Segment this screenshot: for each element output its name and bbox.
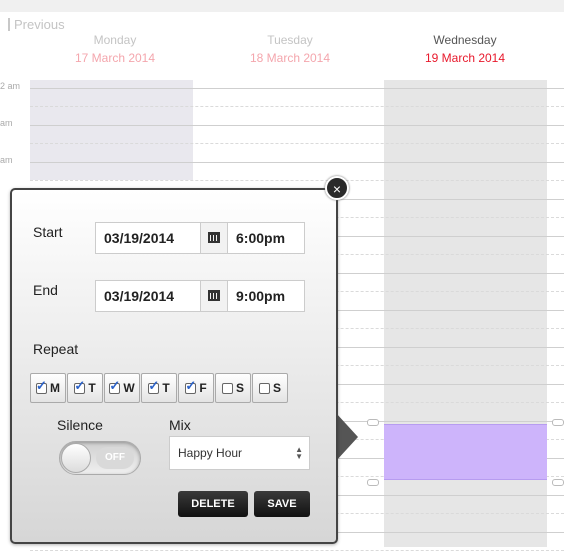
start-calendar-button[interactable] bbox=[200, 222, 228, 254]
day-header-monday: Monday 17 March 2014 bbox=[30, 33, 200, 65]
event-resize-handle[interactable] bbox=[552, 479, 564, 486]
start-date-field[interactable]: 03/19/2014 bbox=[95, 222, 201, 254]
repeat-day-tue[interactable]: T bbox=[67, 373, 103, 403]
delete-button[interactable]: DELETE bbox=[178, 491, 248, 517]
silence-toggle[interactable]: OFF bbox=[59, 441, 141, 475]
day-letter: M bbox=[50, 381, 60, 395]
toggle-state: OFF bbox=[96, 447, 134, 469]
day-letter: S bbox=[272, 381, 281, 395]
calendar-icon bbox=[208, 232, 220, 243]
repeat-label: Repeat bbox=[33, 341, 79, 357]
select-arrows-icon: ▲ ▼ bbox=[295, 445, 303, 461]
day-date: 19 March 2014 bbox=[424, 51, 506, 65]
previous-link[interactable]: Previous bbox=[8, 17, 65, 32]
day-header-wednesday: Wednesday 19 March 2014 bbox=[380, 33, 550, 65]
half-hour-line bbox=[30, 106, 564, 107]
mix-label: Mix bbox=[169, 417, 191, 433]
event-resize-handle[interactable] bbox=[367, 479, 379, 486]
calendar-icon bbox=[208, 290, 220, 301]
event-resize-handle[interactable] bbox=[367, 419, 379, 426]
day-letter: S bbox=[235, 381, 244, 395]
monday-column bbox=[30, 80, 193, 180]
repeat-day-sun[interactable]: S bbox=[252, 373, 288, 403]
day-checkbox[interactable] bbox=[74, 378, 86, 394]
close-button[interactable]: × bbox=[325, 176, 349, 200]
event-resize-handle[interactable] bbox=[552, 419, 564, 426]
start-time-field[interactable]: 6:00pm bbox=[227, 222, 305, 254]
day-checkbox[interactable] bbox=[109, 378, 121, 394]
day-checkbox[interactable] bbox=[258, 382, 270, 394]
silence-label: Silence bbox=[57, 417, 103, 433]
mix-value: Happy Hour bbox=[178, 446, 243, 460]
end-label: End bbox=[33, 282, 58, 298]
calendar-event[interactable] bbox=[384, 424, 547, 480]
repeat-days: M T W T F S S bbox=[30, 373, 289, 403]
half-hour-line bbox=[30, 180, 564, 181]
repeat-day-fri[interactable]: F bbox=[178, 373, 214, 403]
repeat-day-thu[interactable]: T bbox=[141, 373, 177, 403]
popover-arrow bbox=[336, 413, 358, 461]
day-checkbox[interactable] bbox=[221, 382, 233, 394]
save-button[interactable]: SAVE bbox=[254, 491, 310, 517]
start-label: Start bbox=[33, 224, 63, 240]
end-calendar-button[interactable] bbox=[200, 280, 228, 312]
day-date: 18 March 2014 bbox=[249, 51, 331, 65]
day-name: Monday bbox=[93, 33, 137, 47]
end-time-field[interactable]: 9:00pm bbox=[227, 280, 305, 312]
hour-label: 2 am bbox=[0, 81, 21, 91]
half-hour-line bbox=[30, 143, 564, 144]
day-checkbox[interactable] bbox=[185, 378, 197, 394]
day-header-tuesday: Tuesday 18 March 2014 bbox=[205, 33, 375, 65]
top-bar bbox=[0, 0, 564, 12]
hour-line bbox=[30, 88, 564, 89]
repeat-day-sat[interactable]: S bbox=[215, 373, 251, 403]
hour-line bbox=[30, 162, 564, 163]
day-name: Wednesday bbox=[433, 33, 497, 47]
repeat-day-mon[interactable]: M bbox=[30, 373, 66, 403]
day-checkbox[interactable] bbox=[36, 378, 47, 394]
day-name: Tuesday bbox=[267, 33, 313, 47]
hour-line bbox=[30, 125, 564, 126]
day-letter: W bbox=[123, 381, 135, 395]
day-letter: F bbox=[199, 381, 207, 395]
repeat-day-wed[interactable]: W bbox=[104, 373, 140, 403]
day-checkbox[interactable] bbox=[148, 378, 160, 394]
day-date: 17 March 2014 bbox=[74, 51, 156, 65]
toggle-knob[interactable] bbox=[61, 443, 91, 473]
day-letter: T bbox=[88, 381, 96, 395]
hour-label: am bbox=[0, 118, 13, 128]
mix-select[interactable]: Happy Hour ▲ ▼ bbox=[169, 436, 310, 470]
hour-label: am bbox=[0, 155, 13, 165]
day-letter: T bbox=[162, 381, 170, 395]
end-date-field[interactable]: 03/19/2014 bbox=[95, 280, 201, 312]
